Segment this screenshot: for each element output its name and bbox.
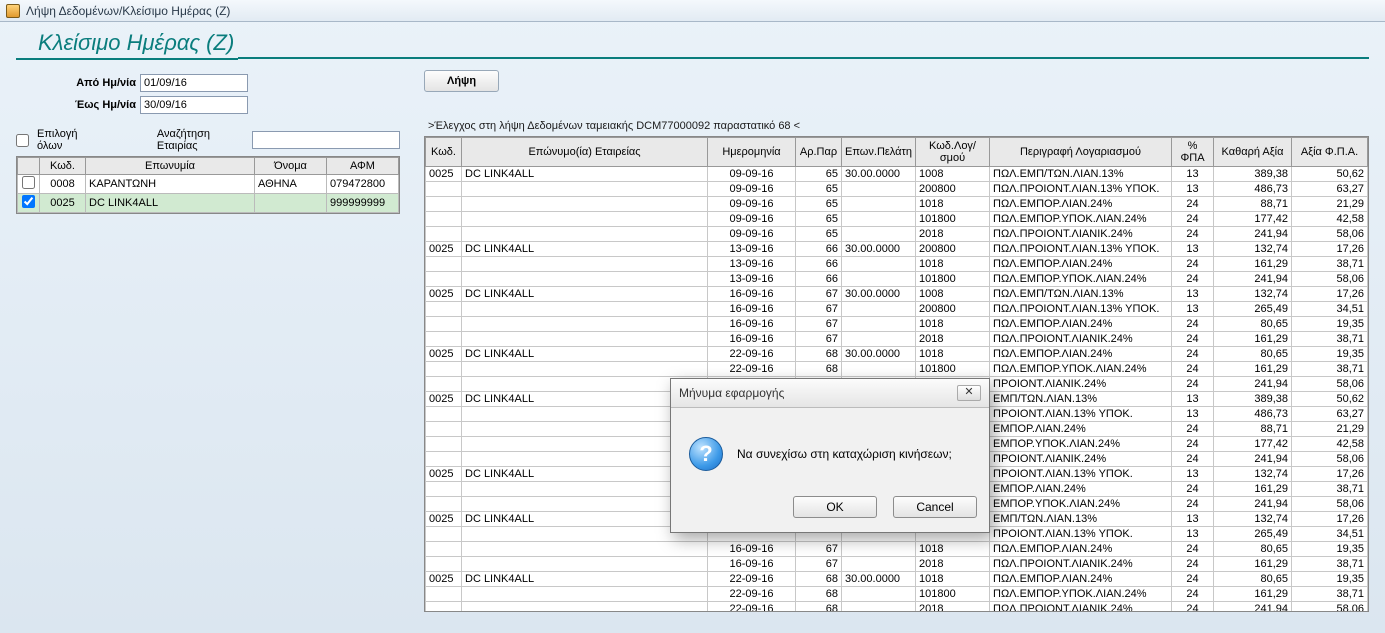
dialog-ok-button[interactable]: OK <box>793 496 877 518</box>
company-row-checkbox[interactable] <box>22 176 35 189</box>
search-company-input[interactable] <box>252 131 400 149</box>
table-row[interactable]: 0025DC LINK4ALL16-09-166730.00.00001008Π… <box>426 287 1368 302</box>
table-row[interactable]: 16-09-16672018ΠΩΛ.ΠΡΟΙΟΝΤ.ΛΙΑΝΙΚ.24%2416… <box>426 332 1368 347</box>
company-code: 0008 <box>40 175 86 194</box>
col-oname: Όνομα <box>255 158 327 175</box>
search-company-label: Αναζήτηση Εταιρίας <box>157 128 244 152</box>
table-row[interactable]: 22-09-1668101800ΠΩΛ.ΕΜΠΟΡ.ΥΠΟΚ.ΛΙΑΝ.24%2… <box>426 587 1368 602</box>
table-row[interactable]: 13-09-1666101800ΠΩΛ.ΕΜΠΟΡ.ΥΠΟΚ.ΛΙΑΝ.24%2… <box>426 272 1368 287</box>
company-oname <box>255 194 327 213</box>
select-all-checkbox[interactable] <box>16 134 29 147</box>
fetch-button[interactable]: Λήψη <box>424 70 499 92</box>
table-row[interactable]: 09-09-1665200800ΠΩΛ.ΠΡΟΙΟΝΤ.ΛΙΑΝ.13% ΥΠΟ… <box>426 182 1368 197</box>
select-all-label: Επιλογή όλων <box>37 128 99 152</box>
from-date-input[interactable] <box>140 74 248 92</box>
h-net: Καθαρή Αξία <box>1214 138 1292 167</box>
company-name: DC LINK4ALL <box>86 194 255 213</box>
table-row[interactable]: 0025DC LINK4ALL22-09-166830.00.00001018Π… <box>426 572 1368 587</box>
heading-rule <box>238 57 1369 59</box>
dialog-close-button[interactable]: ✕ <box>957 385 981 401</box>
h-code: Κωδ. <box>426 138 462 167</box>
table-row[interactable]: 0025DC LINK4ALL13-09-166630.00.000020080… <box>426 242 1368 257</box>
table-row[interactable]: 16-09-16672018ΠΩΛ.ΠΡΟΙΟΝΤ.ΛΙΑΝΙΚ.24%2416… <box>426 557 1368 572</box>
h-vat: % ΦΠΑ <box>1172 138 1214 167</box>
h-vatval: Αξία Φ.Π.Α. <box>1292 138 1368 167</box>
from-date-label: Από Ημ/νία <box>58 77 140 89</box>
table-row[interactable]: 09-09-16652018ΠΩΛ.ΠΡΟΙΟΝΤ.ΛΙΑΝΙΚ.24%2424… <box>426 227 1368 242</box>
table-row[interactable]: 16-09-1667200800ΠΩΛ.ΠΡΟΙΟΝΤ.ΛΙΑΝ.13% ΥΠΟ… <box>426 302 1368 317</box>
h-docno: Αρ.Παρ <box>796 138 842 167</box>
h-date: Ημερομηνία <box>708 138 796 167</box>
company-vat: 999999999 <box>327 194 399 213</box>
h-account: Κωδ.Λογ/σμού <box>916 138 990 167</box>
confirm-dialog: Μήνυμα εφαρμογής ✕ ? Να συνεχίσω στη κατ… <box>670 378 990 533</box>
dialog-message: Να συνεχίσω στη καταχώριση κινήσεων; <box>737 447 952 461</box>
main-grid[interactable]: Κωδ. Επώνυμο(ία) Εταιρείας Ημερομηνία Αρ… <box>424 136 1369 612</box>
company-grid[interactable]: Κωδ. Επωνυμία Όνομα ΑΦΜ 0008ΚΑΡΑΝΤΩΝΗΑΘΗ… <box>16 156 400 214</box>
table-row[interactable]: 0025DC LINK4ALL22-09-166830.00.00001018Π… <box>426 347 1368 362</box>
h-accdesc: Περιγραφή Λογαριασμού <box>990 138 1172 167</box>
col-name: Επωνυμία <box>86 158 255 175</box>
to-date-input[interactable] <box>140 96 248 114</box>
window-title: Λήψη Δεδομένων/Κλείσιμο Ημέρας (Ζ) <box>26 4 230 18</box>
table-row[interactable]: 22-09-1668101800ΠΩΛ.ΕΜΠΟΡ.ΥΠΟΚ.ΛΙΑΝ.24%2… <box>426 362 1368 377</box>
table-row[interactable]: 22-09-16682018ΠΩΛ.ΠΡΟΙΟΝΤ.ΛΙΑΝΙΚ.24%2424… <box>426 602 1368 613</box>
company-vat: 079472800 <box>327 175 399 194</box>
table-row[interactable]: 16-09-16671018ΠΩΛ.ΕΜΠΟΡ.ΛΙΑΝ.24%2480,651… <box>426 542 1368 557</box>
company-row-checkbox[interactable] <box>22 195 35 208</box>
col-vat: ΑΦΜ <box>327 158 399 175</box>
dialog-title: Μήνυμα εφαρμογής <box>679 386 784 400</box>
question-icon: ? <box>689 437 723 471</box>
h-company: Επώνυμο(ία) Εταιρείας <box>462 138 708 167</box>
table-row[interactable]: 0025DC LINK4ALL09-09-166530.00.00001008Π… <box>426 167 1368 182</box>
dialog-cancel-button[interactable]: Cancel <box>893 496 977 518</box>
col-chk <box>18 158 40 175</box>
window-titlebar: Λήψη Δεδομένων/Κλείσιμο Ημέρας (Ζ) <box>0 0 1385 22</box>
page-title: Κλείσιμο Ημέρας (Ζ) <box>16 30 238 60</box>
table-row[interactable]: 13-09-16661018ΠΩΛ.ΕΜΠΟΡ.ΛΙΑΝ.24%24161,29… <box>426 257 1368 272</box>
company-row[interactable]: 0008ΚΑΡΑΝΤΩΝΗΑΘΗΝΑ079472800 <box>18 175 399 194</box>
status-message: >Έλεγχος στη λήψη Δεδομένων ταμειακής DC… <box>428 120 1369 132</box>
company-row[interactable]: 0025DC LINK4ALL 999999999 <box>18 194 399 213</box>
app-icon <box>6 4 20 18</box>
company-oname: ΑΘΗΝΑ <box>255 175 327 194</box>
col-code: Κωδ. <box>40 158 86 175</box>
table-row[interactable]: 09-09-1665101800ΠΩΛ.ΕΜΠΟΡ.ΥΠΟΚ.ΛΙΑΝ.24%2… <box>426 212 1368 227</box>
to-date-label: Έως Ημ/νία <box>58 99 140 111</box>
table-row[interactable]: 16-09-16671018ΠΩΛ.ΕΜΠΟΡ.ΛΙΑΝ.24%2480,651… <box>426 317 1368 332</box>
table-row[interactable]: 09-09-16651018ΠΩΛ.ΕΜΠΟΡ.ΛΙΑΝ.24%2488,712… <box>426 197 1368 212</box>
company-code: 0025 <box>40 194 86 213</box>
company-name: ΚΑΡΑΝΤΩΝΗ <box>86 175 255 194</box>
h-cust: Επων.Πελάτη <box>842 138 916 167</box>
